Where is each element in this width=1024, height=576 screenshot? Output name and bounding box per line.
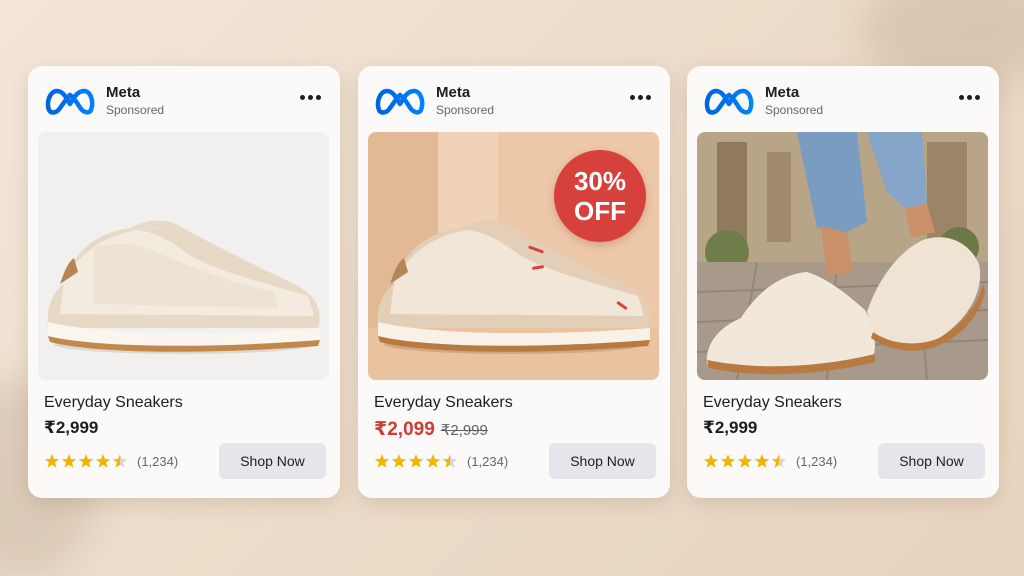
half-star-icon bbox=[442, 454, 458, 468]
ad-card-1[interactable]: Meta Sponsored Everyday Sneakers ₹2,999 … bbox=[28, 66, 340, 498]
ad-header: Meta Sponsored bbox=[44, 82, 324, 117]
more-options-icon[interactable] bbox=[630, 94, 652, 102]
rating-count: (1,234) bbox=[467, 453, 509, 469]
rating-count: (1,234) bbox=[137, 453, 179, 469]
ad-card-2[interactable]: Meta Sponsored 30% OFF Everyday Sneakers… bbox=[358, 66, 670, 498]
original-price: ₹2,999 bbox=[440, 422, 488, 439]
price: ₹2,999 bbox=[703, 418, 758, 437]
ad-header: Meta Sponsored bbox=[374, 82, 654, 117]
star-icon bbox=[425, 454, 441, 468]
price-row: ₹2,999 bbox=[44, 418, 98, 442]
star-icon bbox=[61, 454, 77, 468]
discount-off-label: OFF bbox=[574, 196, 626, 226]
sponsored-label: Sponsored bbox=[436, 103, 495, 117]
price-row: ₹2,999 bbox=[703, 418, 757, 442]
ad-carousel: Meta Sponsored Everyday Sneakers ₹2,999 … bbox=[0, 0, 1024, 576]
ad-header: Meta Sponsored bbox=[703, 82, 983, 117]
star-icon bbox=[78, 454, 94, 468]
star-icon bbox=[737, 454, 753, 468]
sponsored-label: Sponsored bbox=[106, 103, 165, 117]
rating-count: (1,234) bbox=[796, 453, 838, 469]
star-icon bbox=[44, 454, 60, 468]
advertiser-name[interactable]: Meta bbox=[106, 84, 140, 101]
advertiser-name[interactable]: Meta bbox=[436, 84, 470, 101]
sponsored-label: Sponsored bbox=[765, 103, 824, 117]
product-title[interactable]: Everyday Sneakers bbox=[44, 394, 183, 412]
sale-price: ₹2,099 bbox=[374, 419, 435, 440]
meta-logo-icon bbox=[704, 88, 754, 115]
meta-logo-icon bbox=[375, 88, 425, 115]
meta-logo-icon bbox=[45, 88, 95, 115]
shop-now-button[interactable]: Shop Now bbox=[219, 443, 326, 479]
lifestyle-image[interactable] bbox=[697, 132, 988, 380]
star-icon bbox=[95, 454, 111, 468]
star-icon bbox=[374, 454, 390, 468]
rating: (1,234) bbox=[374, 452, 508, 470]
shop-now-button[interactable]: Shop Now bbox=[878, 443, 985, 479]
half-star-icon bbox=[112, 454, 128, 468]
half-star-icon bbox=[771, 454, 787, 468]
ad-card-3[interactable]: Meta Sponsored Everyday Sneakers ₹2,999 … bbox=[687, 66, 999, 498]
star-icon bbox=[391, 454, 407, 468]
product-title[interactable]: Everyday Sneakers bbox=[374, 394, 513, 412]
shop-now-button[interactable]: Shop Now bbox=[549, 443, 656, 479]
discount-badge: 30% OFF bbox=[554, 150, 646, 242]
more-options-icon[interactable] bbox=[300, 94, 322, 102]
price-row: ₹2,099 ₹2,999 bbox=[374, 418, 488, 442]
product-title[interactable]: Everyday Sneakers bbox=[703, 394, 842, 412]
rating: (1,234) bbox=[44, 452, 178, 470]
star-icon bbox=[720, 454, 736, 468]
discount-percent: 30% bbox=[573, 166, 627, 196]
star-icon bbox=[754, 454, 770, 468]
star-icon bbox=[703, 454, 719, 468]
more-options-icon[interactable] bbox=[959, 94, 981, 102]
star-icon bbox=[408, 454, 424, 468]
product-image[interactable] bbox=[38, 132, 329, 380]
price: ₹2,999 bbox=[44, 418, 99, 437]
rating: (1,234) bbox=[703, 452, 837, 470]
advertiser-name[interactable]: Meta bbox=[765, 84, 799, 101]
